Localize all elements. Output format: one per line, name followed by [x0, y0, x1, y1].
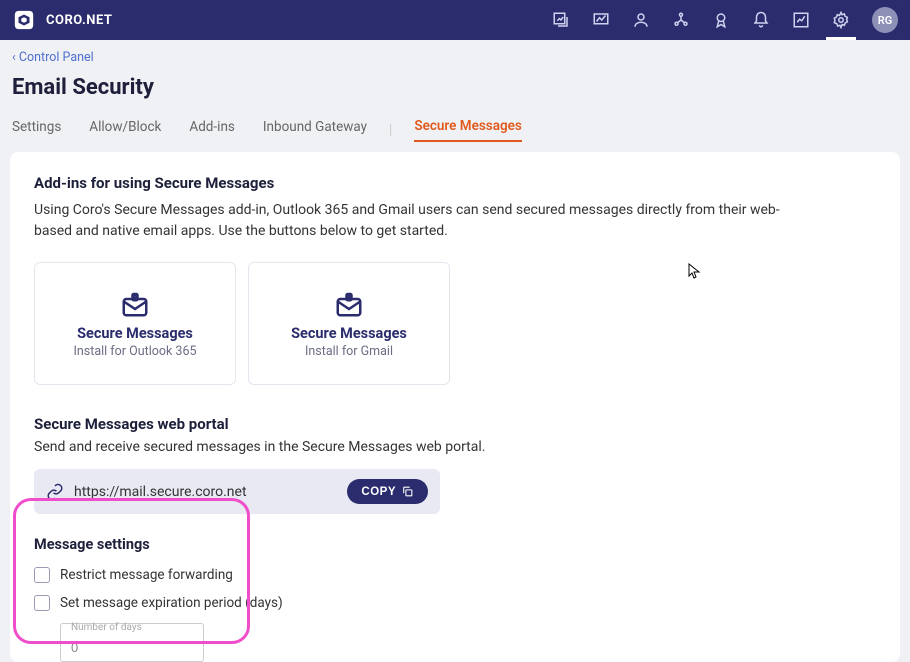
dashboard-icon[interactable] — [552, 11, 570, 29]
secure-mail-icon — [120, 289, 150, 319]
bell-icon[interactable] — [752, 11, 770, 29]
restrict-row: Restrict message forwarding — [34, 567, 876, 583]
addin-card-gmail[interactable]: Secure Messages Install for Gmail — [248, 262, 450, 385]
top-bar: CORO.NET RG — [0, 0, 910, 40]
tab-settings[interactable]: Settings — [12, 119, 61, 141]
addins-desc: Using Coro's Secure Messages add-in, Out… — [34, 200, 794, 242]
days-input[interactable] — [71, 640, 193, 655]
tab-allow-block[interactable]: Allow/Block — [89, 119, 161, 141]
network-icon[interactable] — [672, 11, 690, 29]
topbar-actions: RG — [552, 7, 898, 33]
addin-title: Secure Messages — [77, 325, 193, 342]
tab-secure-messages[interactable]: Secure Messages — [414, 118, 522, 142]
addins-row: Secure Messages Install for Outlook 365 … — [34, 262, 876, 385]
msg-settings-title: Message settings — [34, 536, 876, 553]
secure-mail-icon — [334, 289, 364, 319]
user-icon[interactable] — [632, 11, 650, 29]
copy-label: COPY — [361, 486, 396, 498]
avatar[interactable]: RG — [872, 7, 898, 33]
addin-card-outlook[interactable]: Secure Messages Install for Outlook 365 — [34, 262, 236, 385]
breadcrumb[interactable]: ‹ Control Panel — [0, 40, 910, 71]
addin-sub: Install for Gmail — [305, 344, 393, 359]
days-field: Number of days — [60, 623, 204, 662]
portal-url: https://mail.secure.coro.net — [74, 484, 247, 500]
tab-divider: | — [389, 122, 392, 138]
message-settings: Message settings Restrict message forwar… — [34, 530, 876, 662]
restrict-label: Restrict message forwarding — [60, 567, 233, 583]
expiration-row: Set message expiration period (days) — [34, 595, 876, 611]
chart-icon[interactable] — [792, 11, 810, 29]
addin-title: Secure Messages — [291, 325, 407, 342]
award-icon[interactable] — [712, 11, 730, 29]
portal-desc: Send and receive secured messages in the… — [34, 439, 876, 455]
brand-logo-icon — [12, 8, 36, 32]
tabs: Settings Allow/Block Add-ins Inbound Gat… — [0, 118, 910, 152]
page-title: Email Security — [0, 71, 910, 118]
copy-icon — [401, 485, 414, 498]
brand-text: CORO.NET — [46, 13, 112, 28]
main-panel: Add-ins for using Secure Messages Using … — [10, 152, 900, 662]
tab-inbound-gateway[interactable]: Inbound Gateway — [263, 119, 367, 141]
url-box: https://mail.secure.coro.net COPY — [34, 469, 440, 514]
gear-icon[interactable] — [832, 11, 850, 29]
expiration-label: Set message expiration period (days) — [60, 595, 283, 611]
brand-area: CORO.NET — [12, 8, 112, 32]
link-icon — [46, 483, 64, 501]
restrict-checkbox[interactable] — [34, 567, 50, 583]
tab-addins[interactable]: Add-ins — [189, 119, 234, 141]
url-left: https://mail.secure.coro.net — [46, 483, 247, 501]
addin-sub: Install for Outlook 365 — [73, 344, 196, 359]
portal-title: Secure Messages web portal — [34, 415, 876, 433]
addins-title: Add-ins for using Secure Messages — [34, 174, 876, 192]
monitor-icon[interactable] — [592, 11, 610, 29]
copy-button[interactable]: COPY — [347, 479, 428, 504]
expiration-checkbox[interactable] — [34, 595, 50, 611]
days-label: Number of days — [69, 622, 144, 633]
